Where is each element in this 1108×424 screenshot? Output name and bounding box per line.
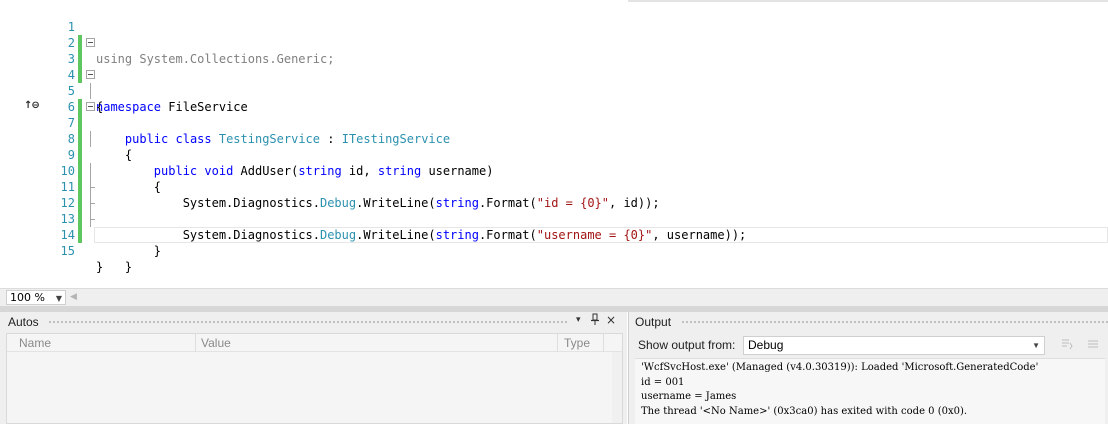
column-divider[interactable]	[557, 334, 558, 352]
collapse-icon[interactable]	[86, 102, 95, 111]
code-line[interactable]: 10	[0, 147, 1108, 211]
output-line: 'WcfSvcHost.exe' (Managed (v4.0.30319)):…	[641, 362, 1039, 373]
code-line-current[interactable]: 15	[0, 227, 1108, 258]
autos-grid[interactable]: Name Value Type	[6, 333, 623, 424]
code-line[interactable]: 6 {	[0, 83, 1108, 162]
outline-guide-end	[90, 195, 95, 204]
editor-status-bar: 100 % ▼ ◀	[0, 288, 1108, 306]
column-header-value[interactable]: Value	[201, 336, 231, 350]
code-line[interactable]: 14 }	[0, 211, 1108, 274]
code-line[interactable]: 13 }	[0, 195, 1108, 274]
outline-guide-end	[90, 211, 95, 220]
token-brace: }	[96, 260, 104, 274]
pin-icon[interactable]	[590, 313, 600, 328]
column-divider[interactable]	[603, 334, 604, 352]
code-line[interactable]: 4 {	[0, 51, 1108, 114]
find-message-icon[interactable]	[1059, 337, 1075, 353]
clear-all-icon[interactable]	[1085, 337, 1101, 353]
code-line[interactable]: 3 namespace FileService	[0, 35, 1108, 114]
autos-scrollbar[interactable]	[612, 352, 622, 423]
output-pane: Output Show output from: Debug ▼ 'WcfSvc…	[628, 312, 1108, 424]
code-line[interactable]: 12 }	[0, 179, 1108, 258]
editor-top-rule	[628, 0, 1108, 2]
code-line[interactable]: 5 public class TestingService : ITesting…	[0, 67, 1108, 146]
token-brace: }	[124, 260, 133, 274]
window-menu-icon[interactable]: ▾	[576, 315, 581, 325]
column-divider[interactable]	[195, 334, 196, 352]
autos-pane: Autos ▾ × Name Value Type	[0, 312, 627, 424]
code-line[interactable]: 7 public void AddUser(string id, string …	[0, 99, 1108, 178]
code-lines: 1 using System.Collections.Generic; 2 3 …	[0, 3, 1108, 274]
output-line: id = 001	[641, 376, 685, 388]
code-text: }	[96, 243, 161, 259]
show-output-value: Debug	[748, 338, 784, 352]
code-line[interactable]: 11 System.Diagnostics.Debug.WriteLine(st…	[0, 163, 1108, 242]
zoom-dropdown[interactable]: 100 % ▼	[6, 290, 66, 305]
autos-header: Name Value Type	[7, 334, 622, 352]
token-brace: }	[153, 244, 162, 258]
zoom-value: 100 %	[10, 291, 45, 304]
pin-icon-glyph	[591, 313, 599, 325]
chevron-down-icon: ▼	[55, 294, 62, 303]
find-message-icon-glyph	[1062, 339, 1073, 350]
show-output-dropdown[interactable]: Debug ▼	[743, 336, 1045, 355]
collapse-icon[interactable]	[86, 38, 95, 47]
code-editor[interactable]: ↑⊖ 1 using System.Collections.Generic; 2…	[0, 0, 1108, 288]
line-number: 15	[60, 244, 75, 258]
outline-guide-end	[90, 179, 95, 188]
autos-drag-grip[interactable]	[48, 320, 568, 325]
output-text-area[interactable]: 'WcfSvcHost.exe' (Managed (v4.0.30319)):…	[635, 358, 1105, 424]
output-title[interactable]: Output	[635, 315, 671, 329]
column-header-name[interactable]: Name	[19, 336, 51, 350]
current-line-highlight	[94, 227, 1108, 243]
column-header-type[interactable]: Type	[564, 336, 590, 350]
code-line[interactable]: 8 {	[0, 115, 1108, 194]
show-output-label: Show output from:	[638, 338, 736, 352]
output-line: The thread '<No Name>' (0x3ca0) has exit…	[641, 405, 968, 417]
code-line[interactable]: 1 using System.Collections.Generic;	[0, 3, 1108, 66]
scroll-left-icon[interactable]: ◀	[70, 292, 77, 302]
code-line[interactable]: 9 System.Diagnostics.Debug.WriteLine(str…	[0, 131, 1108, 210]
output-line: username = James	[641, 391, 737, 402]
clear-all-icon-glyph	[1088, 340, 1098, 348]
code-text: }	[96, 259, 103, 275]
code-line[interactable]: 2	[0, 19, 1108, 67]
chevron-down-icon: ▼	[1032, 341, 1040, 350]
output-drag-grip[interactable]	[681, 320, 1108, 325]
autos-title[interactable]: Autos	[8, 315, 39, 329]
close-icon[interactable]: ×	[606, 313, 616, 327]
collapse-icon[interactable]	[86, 70, 95, 79]
